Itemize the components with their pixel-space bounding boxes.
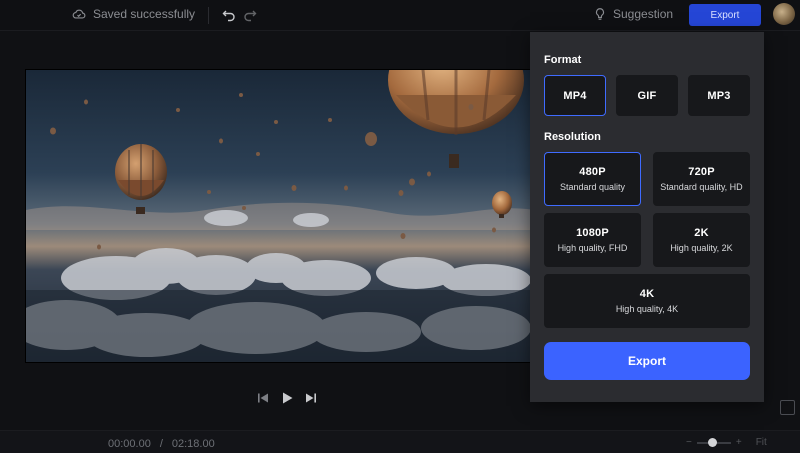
header-export-button[interactable]: Export <box>689 4 761 26</box>
resolution-label: 2K <box>694 227 709 239</box>
video-preview[interactable] <box>25 69 533 363</box>
zoom-slider-knob[interactable] <box>707 437 717 447</box>
foreground-shadow <box>26 290 532 362</box>
avatar[interactable] <box>773 3 795 25</box>
video-editor: Saved successfully Suggestion Export 00:… <box>0 0 800 453</box>
format-label: MP4 <box>563 89 587 102</box>
zoom-in-icon[interactable]: + <box>736 437 742 448</box>
format-option-mp3[interactable]: MP3 <box>688 75 750 116</box>
undo-icon[interactable] <box>221 7 237 23</box>
timeline-bar: 00:00.00 / 02:18.00 − + Fit <box>0 430 800 453</box>
resolution-label: 4K <box>639 288 655 300</box>
cloud-check-icon <box>72 9 86 19</box>
zoom-out-icon[interactable]: − <box>686 437 692 448</box>
resolution-desc: High quality, FHD <box>557 243 628 253</box>
resolution-option-720p[interactable]: 720P Standard quality, HD <box>653 152 750 206</box>
resolution-option-480p[interactable]: 480P Standard quality <box>544 152 641 206</box>
format-label: MP3 <box>707 89 731 102</box>
lightbulb-icon <box>595 8 605 20</box>
format-option-mp4[interactable]: MP4 <box>544 75 606 116</box>
resolution-title: Resolution <box>544 131 601 143</box>
resolution-desc: Standard quality, HD <box>660 182 743 192</box>
redo-icon[interactable] <box>242 7 258 23</box>
resolution-desc: High quality, 2K <box>670 243 733 253</box>
format-title: Format <box>544 54 582 66</box>
resolution-label: 720P <box>688 166 715 178</box>
save-status-text: Saved successfully <box>93 7 196 21</box>
play-icon[interactable] <box>280 391 294 405</box>
export-panel: Format MP4 GIF MP3 Resolution 480P Stand… <box>530 32 764 402</box>
time-display: 00:00.00 / 02:18.00 <box>108 438 215 450</box>
save-status: Saved successfully <box>72 7 195 21</box>
fullscreen-icon[interactable] <box>780 400 795 415</box>
resolution-option-4k[interactable]: 4K High quality, 4K <box>544 274 750 328</box>
zoom-control: − + Fit <box>686 437 767 448</box>
player-controls <box>256 391 318 405</box>
suggestion-button[interactable]: Suggestion <box>593 7 673 21</box>
skip-back-icon[interactable] <box>256 391 270 405</box>
toolbar-divider <box>208 7 209 24</box>
total-time: 02:18.00 <box>171 438 215 450</box>
export-button[interactable]: Export <box>544 342 750 380</box>
resolution-label: 480P <box>579 166 606 178</box>
current-time: 00:00.00 <box>108 438 151 450</box>
resolution-label: 1080P <box>576 227 609 239</box>
preview-frame <box>26 70 532 362</box>
fit-button[interactable]: Fit <box>756 437 767 448</box>
format-label: GIF <box>637 89 657 102</box>
resolution-option-2k[interactable]: 2K High quality, 2K <box>653 213 750 267</box>
format-option-gif[interactable]: GIF <box>616 75 678 116</box>
resolution-option-1080p[interactable]: 1080P High quality, FHD <box>544 213 641 267</box>
resolution-desc: Standard quality <box>559 182 626 192</box>
top-toolbar: Saved successfully Suggestion Export <box>0 0 800 31</box>
resolution-desc: High quality, 4K <box>615 304 679 314</box>
zoom-slider[interactable] <box>696 437 731 447</box>
skip-forward-icon[interactable] <box>304 391 318 405</box>
time-separator: / <box>159 438 163 450</box>
suggestion-label: Suggestion <box>613 7 674 21</box>
